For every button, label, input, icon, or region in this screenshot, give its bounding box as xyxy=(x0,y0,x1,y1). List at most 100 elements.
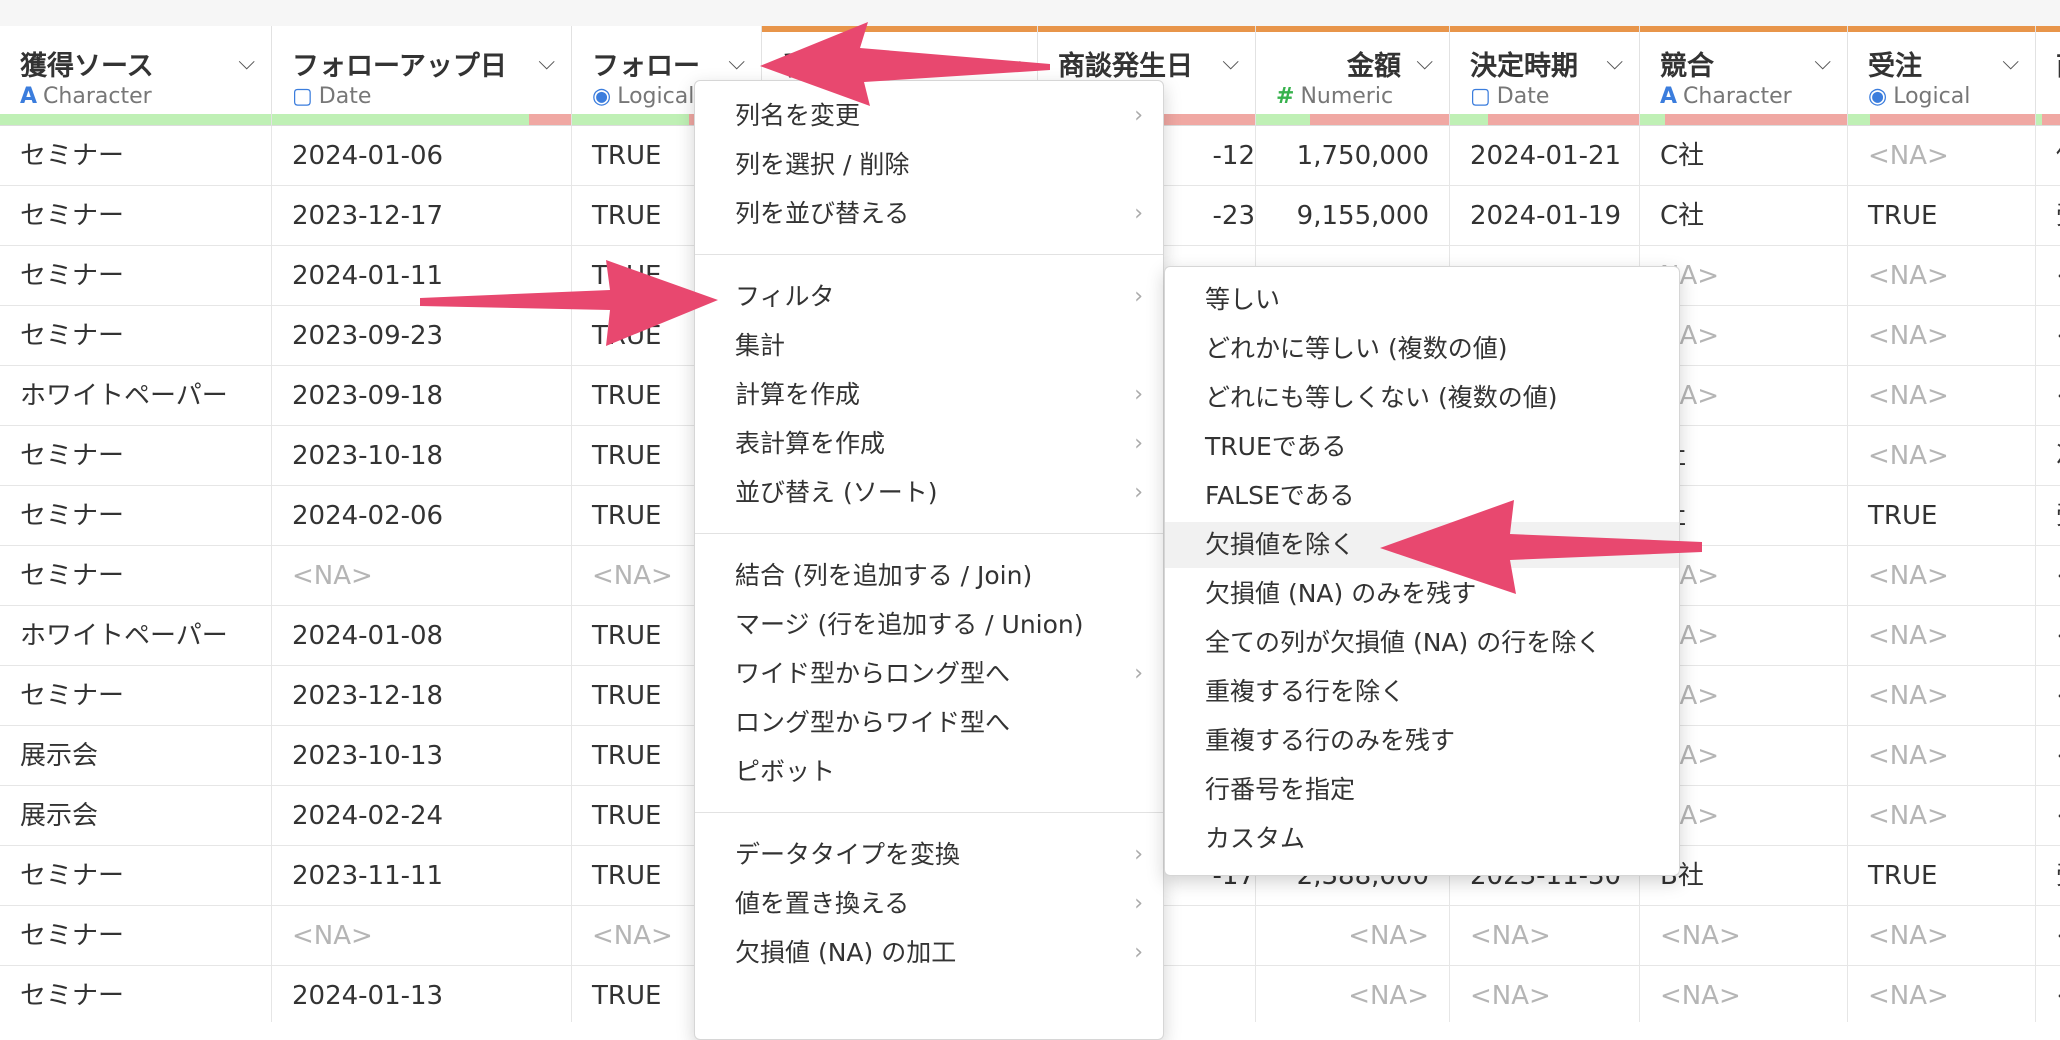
table-cell[interactable]: < xyxy=(2036,366,2060,426)
table-cell[interactable]: C社 xyxy=(1640,186,1848,246)
column-header[interactable]: 金額 # Numeric ⌵ xyxy=(1256,26,1450,126)
chevron-down-icon[interactable]: ⌵ xyxy=(1814,50,1831,75)
table-cell[interactable]: <NA> xyxy=(1848,726,2036,786)
menu-item[interactable]: 並び替え (ソート) › xyxy=(695,470,1163,516)
table-cell[interactable]: セミナー xyxy=(0,666,272,726)
table-cell[interactable]: 次 xyxy=(2036,426,2060,486)
menu-item[interactable]: フィルタ › xyxy=(695,274,1163,320)
submenu-item[interactable]: どれかに等しい (複数の値) xyxy=(1165,326,1679,372)
table-cell[interactable]: < xyxy=(2036,606,2060,666)
table-cell[interactable]: <NA> xyxy=(1848,606,2036,666)
chevron-down-icon[interactable]: ⌵ xyxy=(2002,50,2019,75)
table-cell[interactable]: <NA> xyxy=(1848,426,2036,486)
table-cell[interactable]: <NA> xyxy=(1256,966,1450,1022)
menu-item[interactable]: 計算を作成 › xyxy=(695,372,1163,418)
table-cell[interactable]: < xyxy=(2036,246,2060,306)
submenu-item[interactable]: 行番号を指定 xyxy=(1165,767,1679,813)
table-cell[interactable]: <NA> xyxy=(272,906,572,966)
table-cell[interactable]: <NA> xyxy=(1848,786,2036,846)
table-cell[interactable]: TRUE xyxy=(1848,186,2036,246)
column-header[interactable]: 決定時期 ▢ Date ⌵ xyxy=(1450,26,1640,126)
submenu-item[interactable]: カスタム xyxy=(1165,816,1679,862)
table-cell[interactable]: セミナー xyxy=(0,306,272,366)
table-cell[interactable]: 2024-01-13 xyxy=(272,966,572,1022)
table-cell[interactable]: 展示会 xyxy=(0,726,272,786)
submenu-item[interactable]: 重複する行のみを残す xyxy=(1165,718,1679,764)
table-cell[interactable]: 2023-12-18 xyxy=(272,666,572,726)
table-cell[interactable]: セミナー xyxy=(0,126,272,186)
table-cell[interactable]: セミナー xyxy=(0,966,272,1022)
column-header[interactable]: 獲得ソース A Character ⌵ xyxy=(0,26,272,126)
table-cell[interactable]: < xyxy=(2036,786,2060,846)
table-cell[interactable]: <NA> xyxy=(1450,966,1640,1022)
chevron-down-icon[interactable]: ⌵ xyxy=(538,50,555,75)
table-cell[interactable]: TRUE xyxy=(1848,846,2036,906)
table-cell[interactable]: <NA> xyxy=(1640,966,1848,1022)
table-cell[interactable]: < xyxy=(2036,966,2060,1022)
table-cell[interactable]: セミナー xyxy=(0,546,272,606)
table-cell[interactable]: 2024-01-21 xyxy=(1450,126,1640,186)
menu-item[interactable]: ピボット xyxy=(695,749,1163,795)
table-cell[interactable]: <NA> xyxy=(1848,906,2036,966)
table-cell[interactable]: ホワイトペーパー xyxy=(0,366,272,426)
menu-item[interactable]: 集計 xyxy=(695,323,1163,369)
table-cell[interactable]: <NA> xyxy=(1848,966,2036,1022)
menu-item[interactable]: データタイプを変換 › xyxy=(695,832,1163,878)
table-cell[interactable]: 2024-01-08 xyxy=(272,606,572,666)
menu-item[interactable]: ワイド型からロング型へ › xyxy=(695,651,1163,697)
menu-item[interactable]: 欠損値 (NA) の加工 › xyxy=(695,930,1163,976)
menu-item[interactable]: 列を並び替える › xyxy=(695,191,1163,237)
table-cell[interactable]: 受 xyxy=(2036,486,2060,546)
table-cell[interactable]: セミナー xyxy=(0,486,272,546)
table-cell[interactable]: 受 xyxy=(2036,186,2060,246)
table-cell[interactable]: 2023-09-18 xyxy=(272,366,572,426)
table-cell[interactable]: 2024-02-06 xyxy=(272,486,572,546)
table-cell[interactable]: 他 xyxy=(2036,126,2060,186)
table-cell[interactable]: 2023-11-11 xyxy=(272,846,572,906)
table-cell[interactable]: C社 xyxy=(1640,126,1848,186)
menu-item[interactable]: マージ (行を追加する / Union) xyxy=(695,602,1163,648)
table-cell[interactable]: セミナー xyxy=(0,846,272,906)
table-cell[interactable]: 2024-02-24 xyxy=(272,786,572,846)
chevron-down-icon[interactable]: ⌵ xyxy=(1416,50,1433,75)
submenu-item[interactable]: 重複する行を除く xyxy=(1165,669,1679,715)
table-cell[interactable]: <NA> xyxy=(1848,246,2036,306)
menu-item[interactable]: 結合 (列を追加する / Join) xyxy=(695,553,1163,599)
chevron-down-icon[interactable]: ⌵ xyxy=(238,50,255,75)
column-header[interactable]: 競合 A Character ⌵ xyxy=(1640,26,1848,126)
table-cell[interactable]: <NA> xyxy=(1848,666,2036,726)
menu-item[interactable]: 値を置き換える › xyxy=(695,881,1163,927)
table-cell[interactable]: 展示会 xyxy=(0,786,272,846)
table-cell[interactable]: <NA> xyxy=(1640,906,1848,966)
table-cell[interactable]: <NA> xyxy=(1256,906,1450,966)
table-cell[interactable]: <NA> xyxy=(1848,546,2036,606)
table-cell[interactable]: < xyxy=(2036,666,2060,726)
table-cell[interactable]: < xyxy=(2036,906,2060,966)
submenu-item[interactable]: TRUEである xyxy=(1165,424,1679,470)
menu-item[interactable]: ロング型からワイド型へ xyxy=(695,700,1163,746)
table-cell[interactable]: < xyxy=(2036,546,2060,606)
table-cell[interactable]: 2024-01-06 xyxy=(272,126,572,186)
column-header[interactable]: 受注 ◉ Logical ⌵ xyxy=(1848,26,2036,126)
table-cell[interactable]: セミナー xyxy=(0,906,272,966)
chevron-down-icon[interactable]: ⌵ xyxy=(1606,50,1623,75)
table-cell[interactable]: 9,155,000 xyxy=(1256,186,1450,246)
table-cell[interactable]: TRUE xyxy=(1848,486,2036,546)
table-cell[interactable]: 2024-01-19 xyxy=(1450,186,1640,246)
table-cell[interactable]: < xyxy=(2036,306,2060,366)
table-cell[interactable]: 受 xyxy=(2036,846,2060,906)
chevron-down-icon[interactable]: ⌵ xyxy=(1222,50,1239,75)
menu-item[interactable]: 表計算を作成 › xyxy=(695,421,1163,467)
table-cell[interactable]: <NA> xyxy=(1848,306,2036,366)
table-cell[interactable]: ホワイトペーパー xyxy=(0,606,272,666)
table-cell[interactable]: 2023-12-17 xyxy=(272,186,572,246)
menu-item[interactable]: 列を選択 / 削除 xyxy=(695,142,1163,188)
table-cell[interactable]: セミナー xyxy=(0,186,272,246)
table-cell[interactable]: <NA> xyxy=(1848,126,2036,186)
column-header[interactable]: 商 xyxy=(2036,26,2060,126)
table-cell[interactable]: < xyxy=(2036,726,2060,786)
table-cell[interactable]: セミナー xyxy=(0,426,272,486)
table-cell[interactable]: セミナー xyxy=(0,246,272,306)
submenu-item[interactable]: 全ての列が欠損値 (NA) の行を除く xyxy=(1165,620,1679,666)
submenu-item[interactable]: どれにも等しくない (複数の値) xyxy=(1165,375,1679,421)
